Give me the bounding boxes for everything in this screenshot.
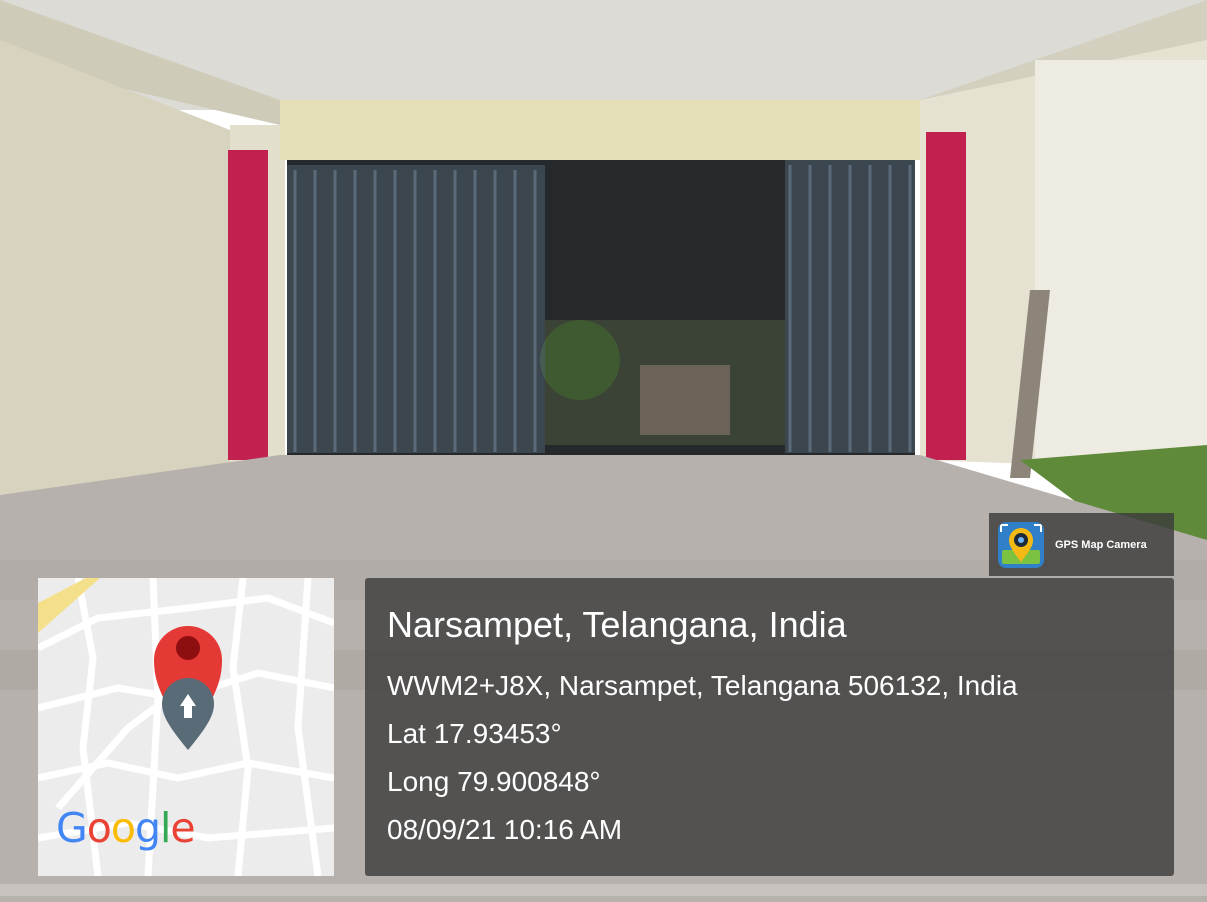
longitude-value: Long 79.900848° <box>387 766 601 797</box>
latitude-value: Lat 17.93453° <box>387 718 562 749</box>
gps-map-camera-badge: GPS Map Camera <box>989 513 1174 576</box>
badge-label: GPS Map Camera <box>1055 539 1147 551</box>
google-logo-letter-e: e <box>170 804 195 852</box>
map-thumbnail: Google <box>38 578 334 876</box>
capture-datetime: 08/09/21 10:16 AM <box>387 814 623 845</box>
google-logo-letter-l: l <box>160 804 171 852</box>
location-title: Narsampet, Telangana, India <box>387 604 847 645</box>
google-logo-letter-o1: o <box>86 804 112 852</box>
google-logo-letter-o2: o <box>110 804 136 852</box>
location-info-panel: Narsampet, Telangana, India WWM2+J8X, Na… <box>365 578 1174 876</box>
google-logo-letter-g: G <box>56 804 88 852</box>
gps-map-camera-icon <box>998 522 1044 568</box>
geotagged-photo: Google GPS Map Camera Narsampet, Telanga… <box>0 0 1207 902</box>
location-address: WWM2+J8X, Narsampet, Telangana 506132, I… <box>387 670 1018 701</box>
google-logo: Google <box>56 804 196 852</box>
google-logo-letter-g2: g <box>134 804 161 852</box>
